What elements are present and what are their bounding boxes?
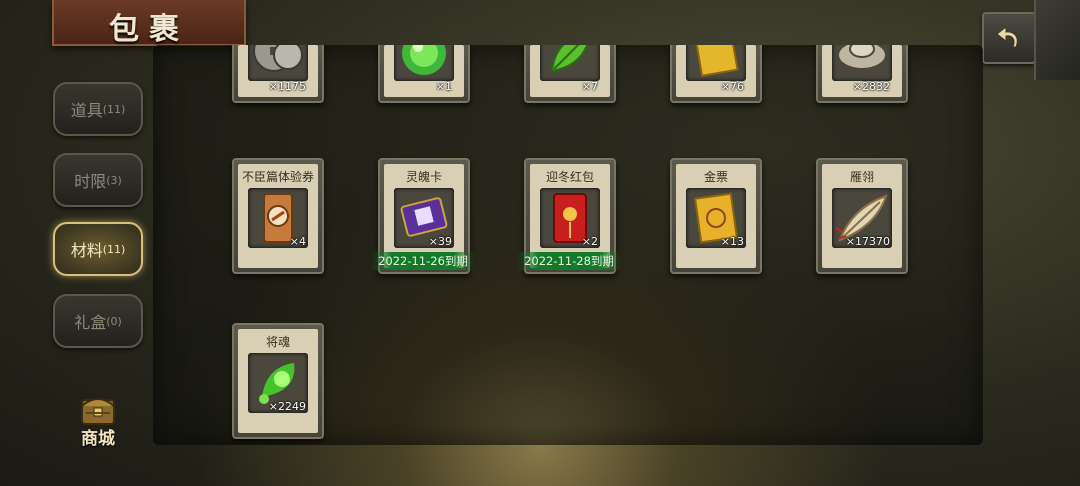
item-slot-red-envelope[interactable]: 迎冬红包 ×2 2022-11-28到期 [517,158,621,274]
item-name: 迎冬红包 [545,170,594,184]
item-slot-silver-ingot[interactable]: ×2832 [816,45,908,103]
expiry-label: 2022-11-28到期 [517,252,621,270]
tab-timed[interactable]: 时限 (3) [53,153,143,207]
item-slot-leaf[interactable]: ×7 [524,45,616,103]
item-quantity: ×2 [581,235,598,248]
item-quantity: ×17370 [845,235,890,248]
tab-count: (0) [106,314,122,328]
tab-label: 时限 [74,172,107,191]
silver-ingot-icon [832,45,892,81]
item-quantity: ×1 [435,80,452,93]
expiry-label: 2022-11-26到期 [371,252,475,270]
item-quantity: ×7 [581,80,598,93]
shop-label: 商城 [81,429,115,449]
item-slot-feather[interactable]: 雁翎 ×17370 [816,158,908,274]
item-name: 将魂 [265,335,290,349]
item-slot-general-soul[interactable]: 将魂 ×2249 [232,323,324,439]
tab-label: 礼盒 [74,313,107,332]
item-name: 金票 [703,170,728,184]
gold-scroll-icon [686,45,746,81]
title-banner: 包裹 [52,0,246,47]
item-quantity: ×13 [720,235,744,248]
shop-button[interactable]: 商城 [70,390,126,449]
item-quantity: ×2832 [852,80,890,93]
item-quantity: ×4 [289,235,306,248]
item-quantity: ×1175 [268,80,306,93]
item-name: 雁翎 [849,170,874,184]
coins-icon [248,45,308,81]
page-title: 包裹 [109,12,189,47]
item-quantity: ×76 [720,80,744,93]
tab-items[interactable]: 道具 (11) [53,82,143,136]
tab-count: (3) [106,173,122,187]
tab-count: (11) [102,102,126,116]
corner-decoration [1034,0,1080,80]
item-slot-gold-ticket[interactable]: 金票 ×13 [670,158,762,274]
item-slot-gold-scroll[interactable]: ×76 [670,45,762,103]
item-quantity: ×39 [428,235,452,248]
tab-gift-boxes[interactable]: 礼盒 (0) [53,294,143,348]
item-slot-trial-voucher[interactable]: 不臣篇体验券 ×4 [232,158,324,274]
leaf-icon [540,45,600,81]
tab-materials[interactable]: 材料 (11) [53,222,143,276]
item-name: 灵魄卡 [405,170,442,184]
back-arrow-icon [996,25,1018,48]
tab-count: (11) [102,242,126,256]
item-name: 不臣篇体验券 [241,170,314,184]
item-quantity: ×2249 [268,400,306,413]
item-slot-soul-card[interactable]: 灵魄卡 ×39 2022-11-26到期 [371,158,475,274]
item-slot-green-orb[interactable]: ×1 [378,45,470,103]
item-slot-coins[interactable]: ×1175 [232,45,324,103]
tab-label: 道具 [70,101,103,120]
tab-label: 材料 [70,241,103,260]
back-button[interactable] [982,12,1036,64]
green-orb-icon [394,45,454,81]
inventory-panel: ×1175 ×1 ×7 ×76 ×2832 不臣篇体验券 ×4 灵魄卡 ×39 … [153,45,983,445]
